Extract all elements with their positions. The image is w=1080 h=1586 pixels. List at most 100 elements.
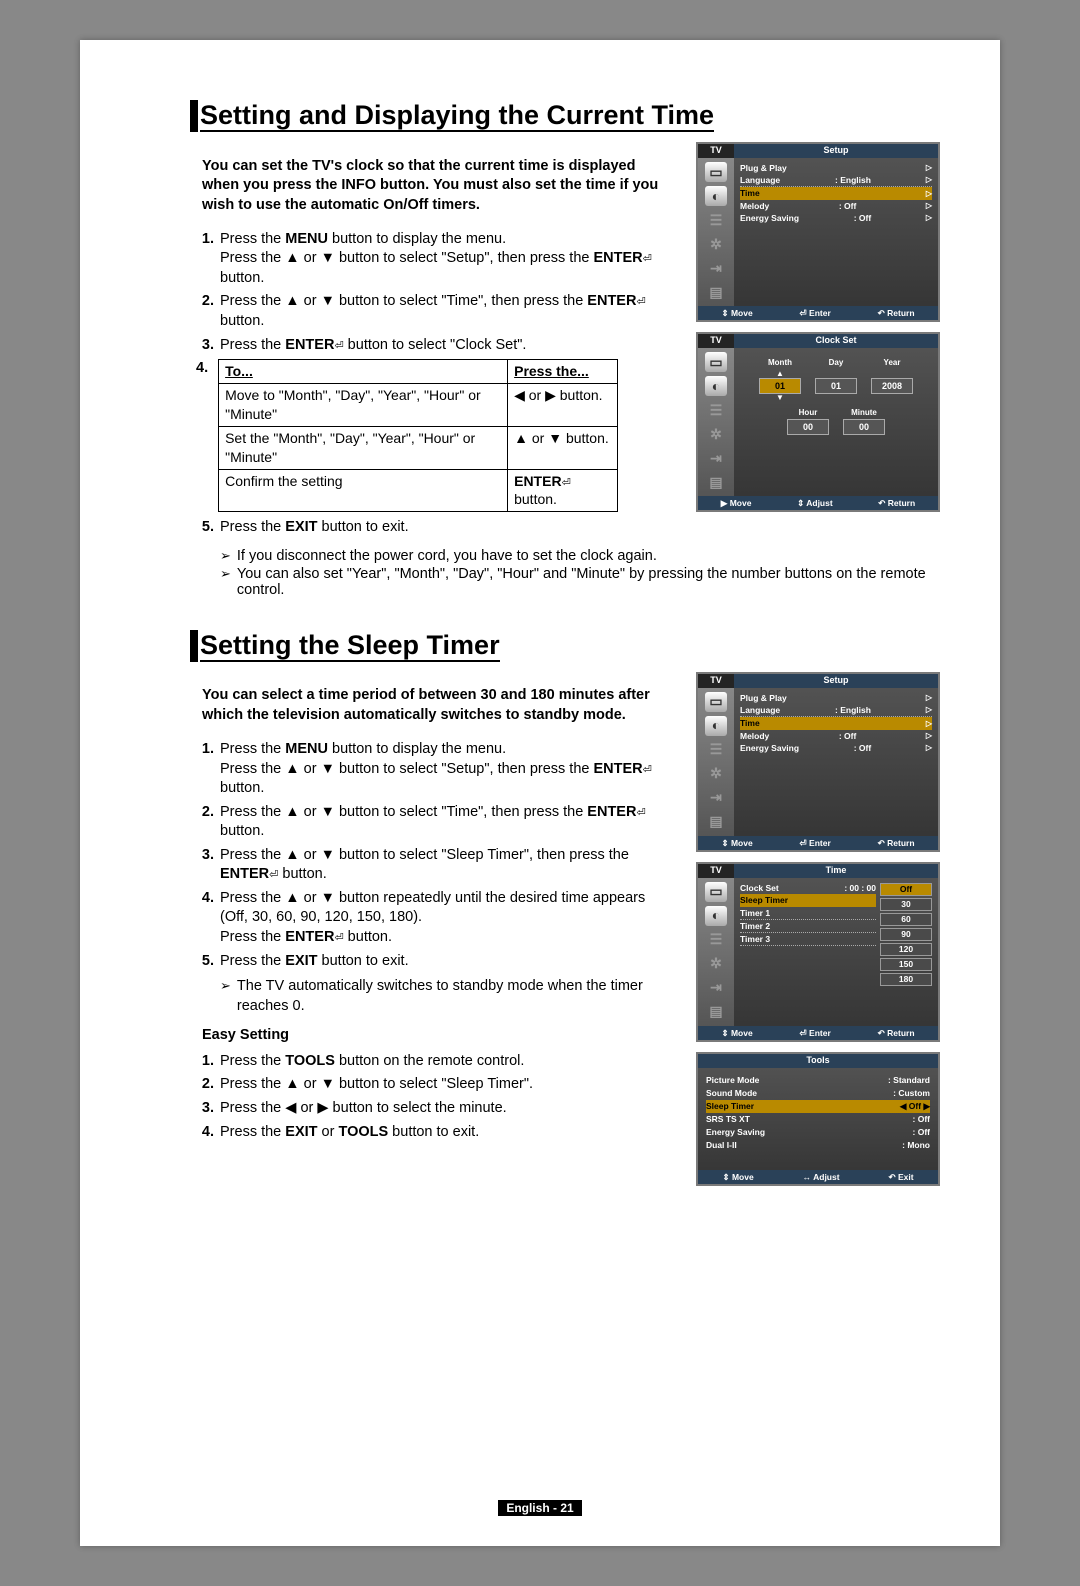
section1-intro: You can set the TV's clock so that the c…: [190, 157, 672, 216]
sound-icon[interactable]: ◐: [705, 376, 727, 396]
section1-steps: Press the MENU button to display the men…: [190, 230, 672, 355]
enter-icon: [334, 929, 343, 945]
return-icon: ↶: [878, 838, 885, 848]
picture-icon[interactable]: ▭: [705, 692, 727, 712]
easy-step-4: Press the EXIT or TOOLS button to exit.: [218, 1123, 672, 1143]
enter-icon: [636, 804, 645, 820]
left-triangle-icon[interactable]: ◀: [900, 1101, 907, 1111]
osd-icon-rail: ▭ ◐ ☰ ✲ ⇥ ▤: [698, 688, 734, 836]
page-footer: English - 21: [80, 1500, 1000, 1516]
clock-month-field[interactable]: 01: [759, 378, 801, 394]
setup-icon[interactable]: ✲: [705, 764, 727, 784]
osd-time-menu: TVTime ▭ ◐ ☰ ✲ ⇥ ▤ Clock Set: 00 :: [696, 862, 940, 1042]
osd-item-time[interactable]: Time: [740, 718, 760, 728]
step-3: Press the ▲ or ▼ button to select "Sleep…: [218, 846, 672, 885]
osd-title: Clock Set: [734, 334, 938, 348]
enter-icon: ⏎: [800, 1028, 807, 1038]
step-1: Press the MENU button to display the men…: [218, 740, 672, 799]
easy-setting-heading: Easy Setting: [202, 1026, 672, 1046]
channel-icon[interactable]: ☰: [705, 400, 727, 420]
osd-title: Setup: [734, 674, 938, 688]
section1-text: You can set the TV's clock so that the c…: [190, 142, 672, 542]
picture-icon[interactable]: ▭: [705, 162, 727, 182]
clock-year-field[interactable]: 2008: [871, 378, 913, 394]
channel-icon[interactable]: ☰: [705, 930, 727, 950]
return-icon: ↶: [878, 1028, 885, 1038]
step-5: Press the EXIT button to exit.: [218, 952, 672, 972]
osd-footer: ⇕ Move ⏎ Enter ↶ Return: [698, 306, 938, 320]
step-5: Press the EXIT button to exit.: [218, 518, 672, 538]
tools-item-sleep-timer[interactable]: Sleep Timer ◀ Off ▶: [706, 1100, 930, 1113]
table-header-press: Press the...: [508, 360, 618, 384]
channel-icon[interactable]: ☰: [705, 210, 727, 230]
return-icon: ↶: [878, 308, 885, 318]
osd-icon-rail: ▭ ◐ ☰ ✲ ⇥ ▤: [698, 158, 734, 306]
sound-icon[interactable]: ◐: [705, 906, 727, 926]
setup-icon[interactable]: ✲: [705, 234, 727, 254]
up-triangle-icon[interactable]: ▲: [776, 370, 784, 378]
enter-icon: ⏎: [800, 838, 807, 848]
table-header-row: To... Press the...: [219, 360, 618, 384]
sleep-option-120[interactable]: 120: [880, 943, 932, 956]
osd-title: Setup: [734, 144, 938, 158]
osd-item-time[interactable]: Time: [740, 188, 760, 198]
step-3: Press the ENTER button to select "Clock …: [218, 336, 672, 356]
step-2: Press the ▲ or ▼ button to select "Time"…: [218, 803, 672, 842]
easy-step-2: Press the ▲ or ▼ button to select "Sleep…: [218, 1075, 672, 1095]
input-icon[interactable]: ⇥: [705, 448, 727, 468]
sleep-option-150[interactable]: 150: [880, 958, 932, 971]
section-heading: Setting and Displaying the Current Time: [200, 101, 714, 132]
support-icon[interactable]: ▤: [705, 282, 727, 302]
clock-minute-field[interactable]: 00: [843, 419, 885, 435]
picture-icon[interactable]: ▭: [705, 352, 727, 372]
channel-icon[interactable]: ☰: [705, 740, 727, 760]
easy-step-3: Press the ◀ or ▶ button to select the mi…: [218, 1099, 672, 1119]
sleep-option-90[interactable]: 90: [880, 928, 932, 941]
support-icon[interactable]: ▤: [705, 1002, 727, 1022]
page-number: English - 21: [498, 1500, 581, 1516]
clock-hour-field[interactable]: 00: [787, 419, 829, 435]
manual-page: Setting and Displaying the Current Time …: [80, 40, 1000, 1546]
right-icon: ▶: [721, 498, 728, 508]
osd-icon-rail: ▭ ◐ ☰ ✲ ⇥ ▤: [698, 348, 734, 496]
sound-icon[interactable]: ◐: [705, 716, 727, 736]
setup-icon[interactable]: ✲: [705, 424, 727, 444]
sound-icon[interactable]: ◐: [705, 186, 727, 206]
updown-icon: ⇕: [722, 1172, 729, 1182]
input-icon[interactable]: ⇥: [705, 258, 727, 278]
input-icon[interactable]: ⇥: [705, 788, 727, 808]
updown-icon: ⇕: [721, 308, 728, 318]
sleep-option-60[interactable]: 60: [880, 913, 932, 926]
section2-text: You can select a time period of between …: [190, 672, 672, 1196]
clock-day-field[interactable]: 01: [815, 378, 857, 394]
sleep-option-off[interactable]: Off: [880, 883, 932, 896]
step-2: Press the ▲ or ▼ button to select "Time"…: [218, 292, 672, 331]
osd-tv-label: TV: [698, 674, 734, 688]
easy-setting-steps: Press the TOOLS button on the remote con…: [190, 1052, 672, 1142]
osd-clock-set: TVClock Set ▭ ◐ ☰ ✲ ⇥ ▤: [696, 332, 940, 512]
down-triangle-icon[interactable]: ▼: [776, 394, 784, 402]
osd-item-sleep-timer[interactable]: Sleep Timer: [740, 895, 788, 905]
sleep-option-180[interactable]: 180: [880, 973, 932, 986]
enter-icon: [643, 250, 652, 266]
updown-icon: ⇕: [797, 498, 804, 508]
heading-bar-icon: [190, 100, 198, 132]
note-arrow-icon: [220, 566, 231, 598]
support-icon[interactable]: ▤: [705, 812, 727, 832]
setup-icon[interactable]: ✲: [705, 954, 727, 974]
step-4: Press the ▲ or ▼ button repeatedly until…: [218, 889, 672, 948]
table-row: Confirm the setting ENTER button.: [219, 469, 618, 512]
sleep-option-30[interactable]: 30: [880, 898, 932, 911]
section2-notes: The TV automatically switches to standby…: [220, 977, 672, 1016]
picture-icon[interactable]: ▭: [705, 882, 727, 902]
updown-icon: ⇕: [721, 1028, 728, 1038]
table-row: Set the "Month", "Day", "Year", "Hour" o…: [219, 426, 618, 469]
input-icon[interactable]: ⇥: [705, 978, 727, 998]
table-row: Move to "Month", "Day", "Year", "Hour" o…: [219, 383, 618, 426]
osd-icon-rail: ▭ ◐ ☰ ✲ ⇥ ▤: [698, 878, 734, 1026]
right-triangle-icon[interactable]: ▶: [923, 1101, 930, 1111]
easy-step-1: Press the TOOLS button on the remote con…: [218, 1052, 672, 1072]
enter-icon: ⏎: [800, 308, 807, 318]
osd-setup: TVSetup ▭ ◐ ☰ ✲ ⇥ ▤ Plug & Play▷ Langu: [696, 672, 940, 852]
support-icon[interactable]: ▤: [705, 472, 727, 492]
